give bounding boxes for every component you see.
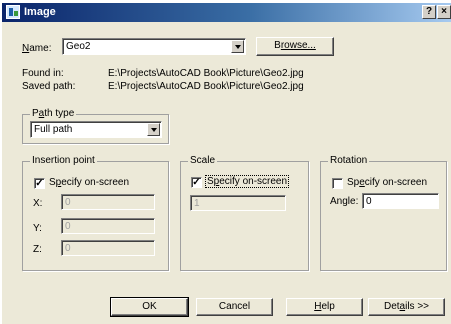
scale-specify-checkbox[interactable]: ✓ xyxy=(191,177,202,188)
details-button[interactable]: Details >> xyxy=(368,298,445,316)
z-value: 0 xyxy=(65,243,71,254)
close-button[interactable]: × xyxy=(437,5,451,19)
help-title-button[interactable]: ? xyxy=(422,5,436,19)
help-label-rest: elp xyxy=(321,301,335,312)
window-title: Image xyxy=(24,6,56,18)
z-label: Z: xyxy=(33,244,42,255)
x-value: 0 xyxy=(65,197,71,208)
help-button[interactable]: Help xyxy=(286,298,363,316)
saved-path-label: Saved path: xyxy=(22,81,76,92)
y-input[interactable]: 0 xyxy=(61,218,155,234)
ok-button[interactable]: OK xyxy=(110,297,189,317)
rotation-title: Rotation xyxy=(328,155,370,166)
rotation-specify-checkbox[interactable] xyxy=(332,178,343,189)
path-type-select[interactable]: Full path xyxy=(30,121,162,138)
path-type-value: Full path xyxy=(34,124,73,135)
angle-value: 0 xyxy=(366,196,372,207)
z-input[interactable]: 0 xyxy=(61,240,155,256)
browse-label-rest: rowse... xyxy=(280,40,316,51)
scale-specify-label: Specify on-screen xyxy=(205,175,290,188)
title-bar[interactable]: Image ? × xyxy=(2,3,451,22)
scale-value: 1 xyxy=(194,198,200,209)
insertion-specify-label: Specify on-screen xyxy=(49,177,130,188)
angle-label: Angle: xyxy=(330,196,359,207)
y-value: 0 xyxy=(65,221,71,232)
name-value: Geo2 xyxy=(66,41,91,52)
name-dropdown-icon[interactable] xyxy=(231,40,244,53)
y-label: Y: xyxy=(33,223,42,234)
browse-label-pre: B xyxy=(274,40,281,51)
found-in-value: E:\Projects\AutoCAD Book\Picture\Geo2.jp… xyxy=(108,68,304,79)
browse-button[interactable]: Browse... xyxy=(256,37,334,56)
insertion-specify-checkbox[interactable]: ✓ xyxy=(34,178,45,189)
scale-title: Scale xyxy=(188,155,218,166)
details-label-rest: ils >> xyxy=(405,301,430,312)
scale-input[interactable]: 1 xyxy=(190,195,286,211)
rotation-specify-label: Specify on-screen xyxy=(347,177,428,188)
path-type-title: Path type xyxy=(30,108,77,119)
x-input[interactable]: 0 xyxy=(61,194,155,210)
details-label-pre: Det xyxy=(383,301,400,312)
cancel-button[interactable]: Cancel xyxy=(196,298,273,316)
path-type-dropdown-icon[interactable] xyxy=(147,123,160,136)
insertion-point-title: Insertion point xyxy=(30,155,97,166)
x-label: X: xyxy=(33,198,43,209)
angle-input[interactable]: 0 xyxy=(362,193,439,209)
found-in-label: Found in: xyxy=(22,68,64,79)
image-app-icon xyxy=(6,5,20,19)
saved-path-value: E:\Projects\AutoCAD Book\Picture\Geo2.jp… xyxy=(108,81,304,92)
name-combobox[interactable]: Geo2 xyxy=(62,38,246,55)
name-label: Name: xyxy=(22,43,52,54)
image-dialog: Image ? × Name: Geo2 Browse... Found in:… xyxy=(2,3,451,324)
